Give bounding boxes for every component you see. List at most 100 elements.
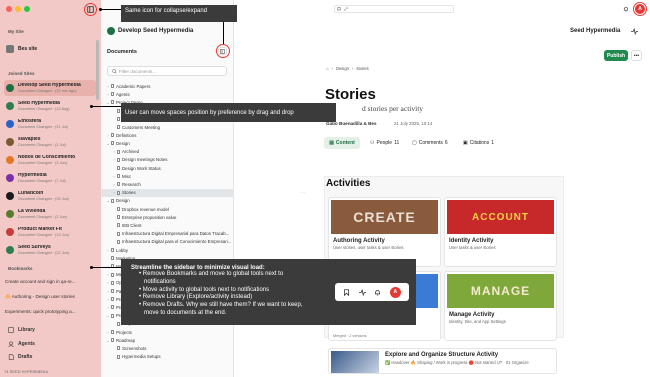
- annotation-item: Remove Library (Explore/activity instead…: [142, 294, 253, 301]
- joined-site-item[interactable]: slavapies Document Changed · (1 Jul): [4, 134, 96, 150]
- notification-bell-icon: [375, 289, 381, 295]
- document-icon: [117, 321, 120, 326]
- drag-handle-icon[interactable]: ⋯: [300, 190, 305, 196]
- document-icon: [111, 84, 114, 88]
- document-tree-item[interactable]: ⌄ Design: [101, 197, 233, 205]
- document-label: Archived: [122, 149, 140, 155]
- tab-people[interactable]: ⚇ People 11: [370, 140, 399, 146]
- document-tree-item[interactable]: ⌄ Roadmap: [101, 336, 233, 344]
- bookmark-icon[interactable]: [337, 7, 341, 11]
- site-activity: Document Changed · (22 min ago): [18, 88, 77, 93]
- site-title: Develop Seed Hypermedia: [118, 28, 194, 34]
- activity-card-explore[interactable]: Explore and Organize Structure Activity …: [328, 348, 557, 374]
- document-label: Dropbox revenue model: [122, 206, 169, 212]
- document-label: Research: [122, 181, 141, 187]
- document-tree-item[interactable]: Enterprise proposition value: [101, 213, 233, 221]
- activity-card-manage[interactable]: MANAGE Manage Activity Identity, Site, a…: [444, 271, 557, 341]
- document-icon: [111, 133, 114, 138]
- maximize-window-button[interactable]: [24, 6, 30, 12]
- document-tree-item[interactable]: Dropbox revenue model: [101, 205, 233, 213]
- document-label: Stories: [122, 190, 136, 196]
- site-activity: Document Changed · (10 Aug): [18, 106, 70, 111]
- document-tree-item[interactable]: IEB Client: [101, 221, 233, 229]
- close-window-button[interactable]: [6, 6, 12, 12]
- joined-site-item[interactable]: Product Market Fit Document Changed · (13…: [4, 224, 96, 240]
- joined-site-item[interactable]: Develop Seed Hypermedia Document Changed …: [4, 80, 96, 96]
- document-tree-item[interactable]: › Projects: [101, 328, 233, 336]
- document-icon: [117, 149, 120, 154]
- site-text: Hypermedia Document Changed · (7 Jul): [18, 173, 66, 183]
- activity-icon[interactable]: [631, 28, 638, 35]
- tab-count: 11: [394, 140, 400, 146]
- agents-button[interactable]: Agents: [8, 341, 35, 347]
- annotation-line: [101, 9, 121, 10]
- joined-site-item[interactable]: Seed Surveys Document Changed · (22 Jun): [4, 242, 96, 258]
- link-icon[interactable]: [344, 7, 348, 11]
- document-tree-item[interactable]: › Stories: [101, 188, 233, 197]
- document-tree-item[interactable]: › Definitions: [101, 131, 233, 139]
- breadcrumb-item[interactable]: Design: [336, 66, 349, 71]
- joined-site-item[interactable]: Nodos de Conscimiento Document Changed · …: [4, 152, 96, 168]
- document-icon: [117, 223, 120, 228]
- site-name-header[interactable]: Seed Hypermedia: [570, 28, 620, 34]
- joined-site-item[interactable]: Lunaticoin Document Changed · (25 Jun): [4, 188, 96, 204]
- document-icon: [117, 346, 120, 351]
- document-tree-item[interactable]: › Agents: [101, 90, 233, 98]
- bookmark-item[interactable]: 🔆 Authoring - Design user stories: [5, 294, 75, 300]
- home-icon[interactable]: ⌂: [326, 66, 329, 71]
- document-tree-item[interactable]: › Design meetings Notes: [101, 156, 233, 164]
- publish-button[interactable]: Publish: [604, 50, 628, 61]
- drafts-button[interactable]: Drafts: [8, 354, 32, 360]
- sidebar-scrollbar[interactable]: [96, 40, 99, 100]
- document-tree-item[interactable]: Customers Meeting: [101, 123, 233, 131]
- bookmarks-label: Bookmarks: [8, 266, 33, 271]
- minimize-window-button[interactable]: [15, 6, 21, 12]
- activity-icon: [358, 288, 366, 296]
- card-image-word: MANAGE: [470, 284, 531, 298]
- activity-card-identity[interactable]: ACCOUNT Identity Activity User tasks & u…: [444, 197, 557, 267]
- card-image: MANAGE: [447, 274, 554, 308]
- bookmark-item[interactable]: Experiments: quick prototyping a...: [5, 309, 75, 314]
- notification-bell-icon[interactable]: [623, 6, 629, 12]
- global-tools-mock: A: [335, 283, 409, 301]
- document-tree-item[interactable]: › Archived: [101, 148, 233, 156]
- filter-documents-input[interactable]: Filter documents...: [107, 66, 227, 76]
- document-tree-item[interactable]: Infraestructura Digital para el Conocimi…: [101, 238, 233, 246]
- document-tree-item[interactable]: Hypermedia Setups: [101, 353, 233, 361]
- bookmark-item[interactable]: Create account and sign in qa-re...: [5, 279, 75, 284]
- document-tree-item[interactable]: › Lobby: [101, 246, 233, 254]
- document-icon: [111, 248, 114, 252]
- document-icon: [111, 256, 114, 261]
- site-text: Seed Hypermedia Document Changed · (10 Au…: [18, 101, 70, 111]
- tab-comments[interactable]: ▢ Comments 6: [412, 140, 448, 146]
- joined-site-item[interactable]: Hypermedia Document Changed · (7 Jul): [4, 170, 96, 186]
- document-tree-item[interactable]: Infraestructura Digital Empresarial para…: [101, 230, 233, 238]
- published-date: 21 July 2025, 10:14: [394, 121, 433, 126]
- card-meta: Merged · 2 versions: [333, 334, 367, 338]
- people-icon: ⚇: [370, 140, 375, 146]
- tab-content[interactable]: ▤ Content: [324, 137, 360, 149]
- document-tree-item[interactable]: Design Work Status: [101, 164, 233, 172]
- document-icon: [111, 338, 114, 343]
- joined-site-item[interactable]: Ethosfera Document Changed · (21 Jul): [4, 116, 96, 132]
- activity-card-authoring[interactable]: CREATE Authoring Activity User stories, …: [328, 197, 441, 267]
- joined-site-item[interactable]: Seed Hypermedia Document Changed · (10 Au…: [4, 98, 96, 114]
- tab-count: 6: [444, 140, 448, 146]
- tab-citations[interactable]: ▣ Citations 1: [463, 140, 494, 146]
- library-button[interactable]: Library: [8, 327, 35, 333]
- document-tree-item[interactable]: › Research: [101, 180, 233, 188]
- joined-site-item[interactable]: La vivienda Document Changed · (2 Jun): [4, 206, 96, 222]
- document-tree-item[interactable]: › Misc: [101, 172, 233, 180]
- document-tree-item[interactable]: › Academic Papers: [101, 82, 233, 90]
- sidebar-toggle-icon[interactable]: [87, 6, 94, 13]
- breadcrumb-item[interactable]: stories: [356, 66, 368, 71]
- my-site-item[interactable]: Bes site: [4, 41, 96, 57]
- document-label: Roadmap: [116, 337, 136, 343]
- document-label: Infraestructura Digital para el Conocimi…: [122, 239, 232, 245]
- more-options-button[interactable]: •••: [631, 50, 642, 61]
- document-icon: [117, 166, 120, 170]
- document-tree-item[interactable]: Screenshots: [101, 344, 233, 352]
- document-tree-item[interactable]: ⌄ Design: [101, 139, 233, 147]
- address-bar[interactable]: [334, 5, 454, 13]
- site-name: Bes site: [18, 46, 38, 52]
